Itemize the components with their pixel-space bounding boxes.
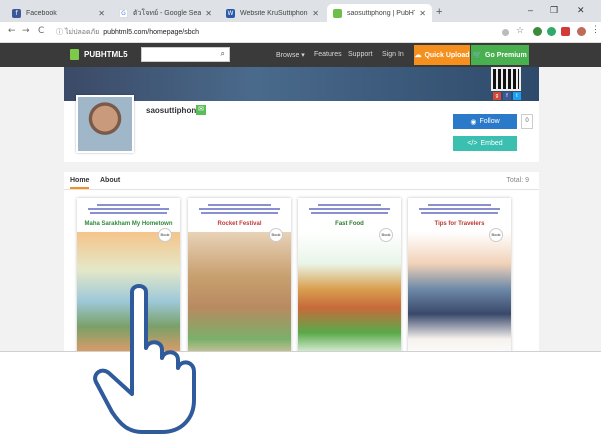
nav-browse[interactable]: Browse ▾	[276, 51, 305, 59]
close-tab-icon[interactable]: ✕	[419, 9, 426, 18]
twitter-share-icon[interactable]: t	[513, 92, 521, 100]
quick-upload-button[interactable]: ☁ Quick Upload	[414, 45, 470, 65]
website-icon: W	[226, 8, 235, 18]
book-title: Tips for Travelers	[434, 221, 485, 227]
profile-avatar-icon[interactable]	[577, 27, 586, 36]
book-cover-art	[298, 232, 401, 351]
book-cover-art	[408, 232, 511, 351]
close-window-button[interactable]: ✕	[577, 5, 585, 16]
search-icon[interactable]: ⌕	[221, 49, 225, 59]
book-header	[414, 202, 505, 220]
menu-icon[interactable]: ⋮	[591, 24, 600, 34]
google-icon: G	[119, 8, 128, 18]
close-tab-icon[interactable]: ✕	[312, 9, 319, 18]
facebook-icon: f	[12, 8, 21, 18]
bookmark-star-icon[interactable]: ☆	[516, 25, 525, 35]
tab-home[interactable]: Home	[70, 177, 90, 189]
book-title: Rocket Festival	[217, 221, 262, 227]
hand-pointer-icon	[93, 284, 196, 434]
nav-sign-in[interactable]: Sign In	[382, 51, 404, 58]
reload-button[interactable]: C	[38, 26, 44, 36]
go-premium-label: Go Premium	[485, 51, 527, 59]
rss-icon: ◉	[470, 118, 477, 126]
logo-mark-icon	[70, 49, 79, 60]
extension-icon[interactable]	[533, 27, 542, 36]
total-count: Total: 9	[506, 177, 529, 184]
book-badge: Book	[379, 228, 393, 242]
book-title: Fast Food	[335, 221, 364, 227]
security-indicator[interactable]: ⓘ ไม่ปลอดภัย	[56, 27, 99, 38]
go-premium-button[interactable]: 🛒 Go Premium	[471, 45, 529, 65]
pubhtml5-icon	[333, 8, 342, 18]
url-field[interactable]: ⓘ ไม่ปลอดภัย pubhtml5.com/homepage/sbch	[56, 25, 496, 40]
book-title: Maha Sarakham My Hometown	[84, 221, 173, 227]
search-input[interactable]: ⌕	[141, 47, 230, 62]
profile-card: saosuttiphong ✉ ◉ Follow 0 </> Embed	[64, 95, 539, 162]
profile-banner: g f t	[64, 67, 539, 101]
key-icon[interactable]	[502, 29, 509, 36]
facebook-share-icon[interactable]: f	[503, 92, 511, 100]
social-share: g f t	[493, 92, 521, 100]
new-tab-button[interactable]: +	[436, 6, 442, 18]
tab-facebook[interactable]: f Facebook ✕	[6, 4, 111, 22]
upload-icon: ☁	[414, 52, 422, 59]
tab-title: saosuttiphong | PubHTML5	[347, 9, 415, 17]
logo-text: PUBHTML5	[84, 50, 128, 59]
book-cover-art	[188, 232, 291, 351]
tab-title: ตัวโจทย์ - Google Search	[133, 9, 202, 17]
book-badge: Book	[489, 228, 503, 242]
avatar[interactable]	[76, 95, 134, 153]
book-header	[83, 202, 174, 220]
profile-tabs: Home About Total: 9	[64, 172, 539, 190]
book-card[interactable]: Fast Food Book	[298, 198, 401, 351]
tab-strip: f Facebook ✕ G ตัวโจทย์ - Google Search …	[0, 0, 601, 22]
nav-support[interactable]: Support	[348, 51, 373, 58]
minimize-button[interactable]: –	[528, 5, 533, 15]
tab-title: Facebook	[26, 9, 57, 17]
tab-google-search[interactable]: G ตัวโจทย์ - Google Search ✕	[113, 4, 218, 22]
tab-pubhtml5[interactable]: saosuttiphong | PubHTML5 ✕	[327, 4, 432, 22]
site-navbar: PUBHTML5 ⌕ Browse ▾ Features Support Sig…	[0, 43, 601, 67]
extension-icon[interactable]	[561, 27, 570, 36]
code-icon: </>	[467, 140, 478, 147]
tab-website[interactable]: W Website KruSuttiphong ✕	[220, 4, 325, 22]
book-card[interactable]: Rocket Festival Book	[188, 198, 291, 351]
forward-button[interactable]: →	[22, 26, 30, 36]
nav-features[interactable]: Features	[314, 51, 342, 58]
back-button[interactable]: ←	[8, 26, 16, 36]
maximize-button[interactable]: ❐	[550, 5, 558, 16]
close-tab-icon[interactable]: ✕	[205, 9, 212, 18]
book-badge: Book	[269, 228, 283, 242]
book-header	[194, 202, 285, 220]
book-card[interactable]: Tips for Travelers Book	[408, 198, 511, 351]
site-logo[interactable]: PUBHTML5	[70, 49, 128, 60]
follow-label: Follow	[479, 118, 500, 125]
embed-button[interactable]: </> Embed	[453, 136, 517, 151]
google-plus-icon[interactable]: g	[493, 92, 501, 100]
qr-code	[491, 67, 521, 91]
profile-username[interactable]: saosuttiphong	[146, 106, 201, 115]
verified-mail-icon: ✉	[196, 105, 206, 115]
book-badge: Book	[158, 228, 172, 242]
close-tab-icon[interactable]: ✕	[98, 9, 105, 18]
url-text: pubhtml5.com/homepage/sbch	[103, 29, 200, 36]
book-header	[304, 202, 395, 220]
embed-label: Embed	[480, 140, 503, 147]
address-bar: ← → C ⓘ ไม่ปลอดภัย pubhtml5.com/homepage…	[0, 22, 601, 43]
extension-icon[interactable]	[547, 27, 556, 36]
tab-about[interactable]: About	[100, 177, 120, 184]
cart-icon: 🛒	[473, 52, 483, 59]
quick-upload-label: Quick Upload	[424, 51, 470, 59]
tab-title: Website KruSuttiphong	[240, 9, 309, 17]
follower-count: 0	[521, 114, 533, 129]
follow-button[interactable]: ◉ Follow	[453, 114, 517, 129]
